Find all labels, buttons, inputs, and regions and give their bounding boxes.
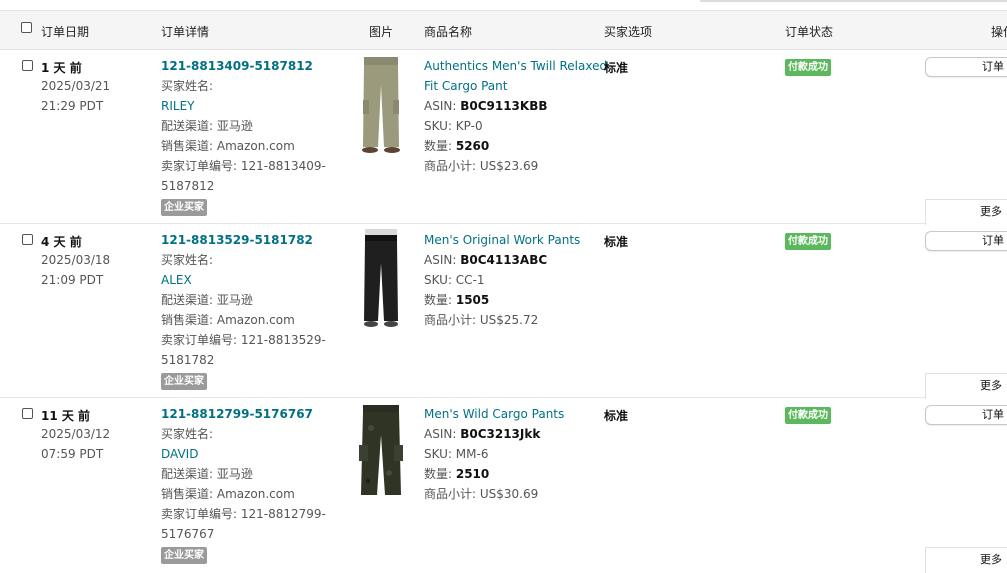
- sales-channel: 销售渠道: Amazon.com: [161, 313, 295, 327]
- order-time: 07:59 PDT: [41, 447, 104, 461]
- top-divider: [700, 0, 1007, 2]
- order-id-link[interactable]: 121-8813409-5187812: [161, 56, 313, 76]
- sku: SKU: MM-6: [424, 447, 489, 461]
- more-actions-button[interactable]: 更多: [925, 547, 1007, 573]
- header-buyer-options: 买家选项: [604, 25, 653, 39]
- business-buyer-badge: 企业买家: [161, 547, 207, 564]
- table-row: 1 天 前 2025/03/21 21:29 PDT 121-8813409-5…: [0, 49, 1007, 225]
- business-buyer-badge: 企业买家: [161, 373, 207, 390]
- order-id-link[interactable]: 121-8812799-5176767: [161, 404, 313, 424]
- row-checkbox[interactable]: [22, 60, 33, 71]
- quantity: 数量: 1505: [424, 293, 490, 307]
- order-time: 21:29 PDT: [41, 99, 104, 113]
- status-badge: 付款成功: [785, 233, 831, 250]
- header-image: 图片: [369, 25, 394, 39]
- table-header: 订单日期 订单详情 图片 商品名称 买家选项 订单状态 操作: [0, 10, 1007, 50]
- buyer-name-link[interactable]: DAVID: [161, 444, 198, 464]
- table-row: 11 天 前 2025/03/12 07:59 PDT 121-8812799-…: [0, 397, 1007, 573]
- ship-channel: 配送渠道: 亚马逊: [161, 293, 253, 307]
- quantity: 数量: 2510: [424, 467, 490, 481]
- item-subtotal: 商品小计: US$23.69: [424, 159, 539, 173]
- order-date: 2025/03/21: [41, 79, 111, 93]
- buyer-name-link[interactable]: ALEX: [161, 270, 192, 290]
- buyer-name-label: 买家姓名:: [161, 79, 214, 93]
- seller-order-number: 卖家订单编号: 121-8813529-: [161, 333, 326, 347]
- order-age: 4 天 前: [41, 235, 82, 249]
- seller-order-number: 卖家订单编号: 121-8812799-: [161, 507, 326, 521]
- seller-order-number: 卖家订单编号: 121-8813409-: [161, 159, 326, 173]
- header-order-details: 订单详情: [161, 25, 210, 39]
- buyer-name-label: 买家姓名:: [161, 253, 214, 267]
- header-order-date[interactable]: 订单日期: [41, 23, 89, 40]
- buyer-name-link[interactable]: RILEY: [161, 96, 194, 116]
- business-buyer-badge: 企业买家: [161, 199, 207, 216]
- pants-black-image[interactable]: [356, 229, 406, 329]
- asin: ASIN: B0C4113ABC: [424, 253, 548, 267]
- buyer-option: 标准: [604, 61, 629, 75]
- select-all-checkbox[interactable]: [21, 22, 32, 33]
- order-age: 11 天 前: [41, 409, 91, 423]
- product-name-link[interactable]: Men's Original Work Pants: [424, 230, 580, 250]
- header-product-name: 商品名称: [424, 25, 473, 39]
- asin: ASIN: B0C9113KBB: [424, 99, 548, 113]
- pants-camo-image[interactable]: [356, 403, 406, 503]
- status-badge: 付款成功: [785, 59, 831, 76]
- sales-channel: 销售渠道: Amazon.com: [161, 139, 295, 153]
- buyer-option: 标准: [604, 235, 629, 249]
- order-age: 1 天 前: [41, 61, 82, 75]
- order-date: 2025/03/12: [41, 427, 111, 441]
- more-actions-button[interactable]: 更多: [925, 373, 1007, 399]
- seller-order-number-cont: 5181782: [161, 353, 215, 367]
- quantity: 数量: 5260: [424, 139, 490, 153]
- ship-channel: 配送渠道: 亚马逊: [161, 467, 253, 481]
- ship-channel: 配送渠道: 亚马逊: [161, 119, 253, 133]
- order-action-button[interactable]: 订单: [925, 231, 1007, 251]
- seller-order-number-cont: 5187812: [161, 179, 215, 193]
- buyer-name-label: 买家姓名:: [161, 427, 214, 441]
- product-name-link[interactable]: Men's Wild Cargo Pants: [424, 404, 564, 424]
- order-time: 21:09 PDT: [41, 273, 104, 287]
- order-date: 2025/03/18: [41, 253, 111, 267]
- row-checkbox[interactable]: [22, 234, 33, 245]
- product-name-link[interactable]: Authentics Men's Twill Relaxed: [424, 56, 607, 76]
- sku: SKU: KP-0: [424, 119, 483, 133]
- table-row: 4 天 前 2025/03/18 21:09 PDT 121-8813529-5…: [0, 223, 1007, 399]
- order-id-link[interactable]: 121-8813529-5181782: [161, 230, 313, 250]
- status-badge: 付款成功: [785, 407, 831, 424]
- buyer-option: 标准: [604, 409, 629, 423]
- product-name-link-cont[interactable]: Fit Cargo Pant: [424, 76, 507, 96]
- pants-khaki-image[interactable]: [356, 55, 406, 155]
- seller-order-number-cont: 5176767: [161, 527, 215, 541]
- item-subtotal: 商品小计: US$25.72: [424, 313, 539, 327]
- row-checkbox[interactable]: [22, 408, 33, 419]
- sku: SKU: CC-1: [424, 273, 485, 287]
- sales-channel: 销售渠道: Amazon.com: [161, 487, 295, 501]
- asin: ASIN: B0C3213Jkk: [424, 427, 541, 441]
- item-subtotal: 商品小计: US$30.69: [424, 487, 539, 501]
- order-action-button[interactable]: 订单: [925, 57, 1007, 77]
- more-actions-button[interactable]: 更多: [925, 199, 1007, 225]
- order-action-button[interactable]: 订单: [925, 405, 1007, 425]
- header-order-status: 订单状态: [785, 25, 834, 39]
- header-actions: 操作: [991, 25, 1007, 39]
